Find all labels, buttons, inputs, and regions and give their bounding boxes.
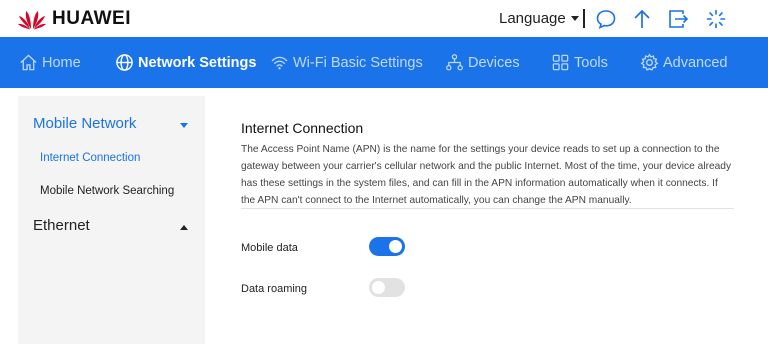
sidebar-item-label: Internet Connection xyxy=(40,152,141,164)
sidebar-group-mobile-network[interactable]: Mobile Network xyxy=(33,115,136,132)
top-bar: HUAWEI Language xyxy=(0,0,768,37)
home-icon xyxy=(20,54,37,71)
sidebar-group-label: Mobile Network xyxy=(33,115,137,132)
chevron-down-icon xyxy=(570,16,579,21)
wifi-icon xyxy=(271,56,288,70)
nav-label: Home xyxy=(42,54,81,71)
page-title: Internet Connection xyxy=(241,120,364,136)
tools-icon xyxy=(552,54,569,71)
toggle-knob xyxy=(389,240,402,253)
language-label: Language xyxy=(499,10,566,27)
huawei-logo-icon xyxy=(18,11,46,30)
nav-item-network-settings[interactable]: Network Settings xyxy=(115,37,256,88)
mobile-data-toggle[interactable] xyxy=(369,237,405,256)
nav-label: Tools xyxy=(574,54,608,71)
language-selector[interactable]: Language xyxy=(499,10,579,27)
nav-item-advanced[interactable]: Advanced xyxy=(640,37,728,88)
sidebar: Mobile Network Internet Connection Mobil… xyxy=(18,96,205,344)
apn-description: The Access Point Name (APN) is the name … xyxy=(241,144,732,206)
huawei-logo: HUAWEI xyxy=(18,7,131,31)
toggle-knob xyxy=(372,281,385,294)
nav-label: Network Settings xyxy=(138,54,257,71)
nav-item-home[interactable]: Home xyxy=(19,37,81,88)
sidebar-item-mobile-network-searching[interactable]: Mobile Network Searching xyxy=(40,185,174,197)
globe-icon xyxy=(116,54,133,71)
brand-name: HUAWEI xyxy=(52,8,131,29)
sidebar-group-ethernet[interactable]: Ethernet xyxy=(33,217,90,234)
main-content: Internet Connection The Access Point Nam… xyxy=(241,120,734,209)
sidebar-item-internet-connection[interactable]: Internet Connection xyxy=(40,152,140,164)
main-nav: Home Network Settings Wi-Fi Basic Settin… xyxy=(0,37,768,88)
logout-icon[interactable] xyxy=(667,8,689,30)
mobile-data-label: Mobile data xyxy=(241,242,298,254)
data-roaming-label: Data roaming xyxy=(241,283,308,295)
nav-label: Wi-Fi Basic Settings xyxy=(293,54,423,71)
nav-item-tools[interactable]: Tools xyxy=(551,37,608,88)
divider xyxy=(583,9,585,28)
upload-icon[interactable] xyxy=(631,8,653,30)
message-icon[interactable] xyxy=(595,8,617,30)
data-roaming-toggle[interactable] xyxy=(369,278,405,297)
nav-item-devices[interactable]: Devices xyxy=(445,37,520,88)
nav-label: Devices xyxy=(468,54,520,71)
chevron-up-icon[interactable] xyxy=(180,225,188,230)
devices-icon xyxy=(446,54,463,71)
loading-icon xyxy=(705,8,727,30)
section-divider xyxy=(241,208,734,209)
chevron-down-icon[interactable] xyxy=(180,123,188,128)
gear-icon xyxy=(640,53,659,71)
nav-label: Advanced xyxy=(663,54,728,71)
nav-item-wifi-basic-settings[interactable]: Wi-Fi Basic Settings xyxy=(270,37,423,88)
sidebar-item-label: Mobile Network Searching xyxy=(40,185,175,197)
sidebar-group-label: Ethernet xyxy=(33,217,90,234)
